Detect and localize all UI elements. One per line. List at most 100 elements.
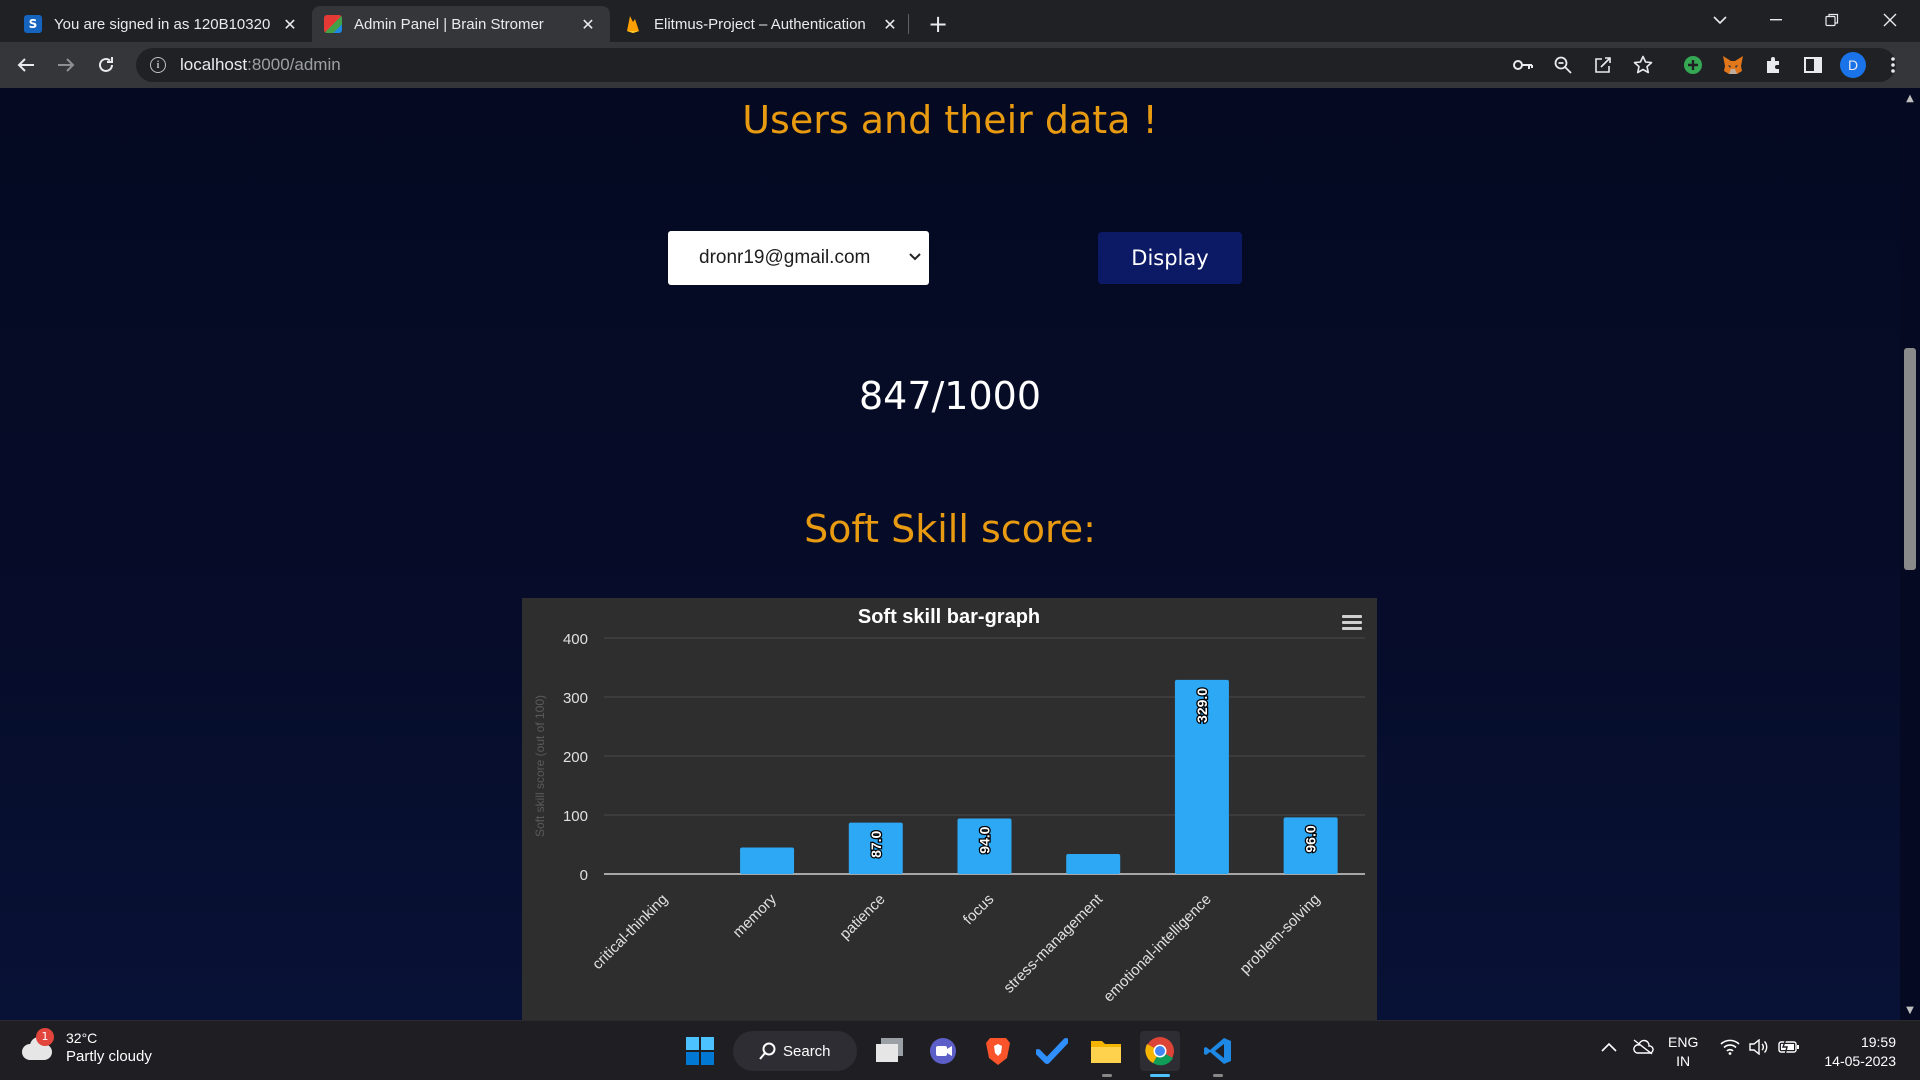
forward-button[interactable] bbox=[50, 49, 82, 81]
search-label: Search bbox=[783, 1042, 831, 1060]
tab-search-button[interactable] bbox=[1700, 4, 1740, 36]
windows-start-icon[interactable] bbox=[680, 1031, 720, 1071]
clock-date: 14-05-2023 bbox=[1824, 1053, 1896, 1069]
bookmark-star-icon[interactable] bbox=[1632, 54, 1654, 76]
tab-separator bbox=[908, 14, 909, 34]
battery-charging-icon[interactable] bbox=[1778, 1038, 1800, 1059]
chrome-icon[interactable] bbox=[1140, 1031, 1180, 1071]
scroll-down-arrow-icon[interactable]: ▼ bbox=[1900, 1002, 1920, 1018]
y-tick-label: 100 bbox=[563, 808, 588, 825]
tab-elitmus-project[interactable]: Elitmus-Project – Authentication ✕ bbox=[612, 6, 912, 42]
restore-button[interactable] bbox=[1812, 4, 1852, 36]
x-tick-label: critical-thinking bbox=[589, 891, 671, 973]
task-view-icon[interactable] bbox=[870, 1031, 910, 1071]
soft-skill-heading: Soft Skill score: bbox=[804, 507, 1096, 551]
chart-menu-icon[interactable] bbox=[1342, 615, 1362, 631]
weather-widget[interactable]: 1 32°C Partly cloudy bbox=[20, 1027, 152, 1065]
system-clock[interactable]: 19:59 14-05-2023 bbox=[1812, 1033, 1896, 1071]
display-button[interactable]: Display bbox=[1098, 232, 1242, 284]
side-panel-icon[interactable] bbox=[1802, 54, 1824, 76]
tab-title: Admin Panel | Brain Stromer bbox=[354, 15, 544, 33]
more-menu-icon[interactable] bbox=[1882, 54, 1904, 76]
close-icon[interactable]: ✕ bbox=[280, 15, 300, 34]
key-icon[interactable] bbox=[1512, 54, 1534, 76]
soft-skill-chart: Soft skill bar-graph 0 100 200 300 400 Soft sk… bbox=[522, 598, 1377, 1020]
zoom-icon[interactable] bbox=[1552, 54, 1574, 76]
x-tick-label: memory bbox=[730, 890, 781, 941]
bar-data-label: 96.0 bbox=[1303, 825, 1319, 852]
profile-avatar[interactable]: D bbox=[1840, 52, 1866, 78]
weather-badge: 1 bbox=[36, 1027, 54, 1046]
reload-button[interactable] bbox=[90, 49, 122, 81]
browser-tab-strip: S You are signed in as 120B10320 ✕ Admin… bbox=[0, 0, 1920, 42]
metamask-fox-icon[interactable] bbox=[1722, 54, 1744, 76]
x-tick-label: focus bbox=[960, 891, 997, 928]
tab-title: You are signed in as 120B10320 bbox=[54, 15, 271, 33]
active-indicator bbox=[1150, 1074, 1170, 1077]
new-tab-button[interactable]: + bbox=[922, 8, 954, 40]
close-icon[interactable]: ✕ bbox=[880, 15, 900, 34]
bar-data-label: 87.0 bbox=[868, 830, 884, 857]
x-tick-label: emotional-intelligence bbox=[1100, 891, 1215, 1006]
taskbar-search[interactable]: Search bbox=[733, 1031, 857, 1071]
page-scrollbar[interactable]: ▲ ▼ bbox=[1900, 88, 1920, 1020]
search-icon bbox=[759, 1042, 776, 1060]
lang-bottom: IN bbox=[1676, 1053, 1691, 1069]
bar bbox=[1066, 853, 1121, 874]
x-tick-label: stress-management bbox=[1000, 890, 1106, 996]
teams-chat-icon[interactable] bbox=[924, 1031, 964, 1071]
onedrive-offline-icon[interactable] bbox=[1632, 1039, 1654, 1059]
chart-title: Soft skill bar-graph bbox=[858, 606, 1040, 628]
y-axis-label: Soft skill score (out of 100) bbox=[533, 695, 547, 837]
url-host: localhost bbox=[180, 55, 248, 74]
y-tick-label: 300 bbox=[563, 690, 588, 707]
vscode-icon[interactable] bbox=[1198, 1031, 1238, 1071]
weather-condition: Partly cloudy bbox=[66, 1048, 152, 1065]
tab-title: Elitmus-Project – Authentication bbox=[654, 15, 866, 33]
page-title: Users and their data ! bbox=[742, 98, 1158, 142]
x-tick-label: patience bbox=[836, 891, 888, 943]
clock-time: 19:59 bbox=[1860, 1034, 1896, 1050]
bar-data-label: 329.0 bbox=[1194, 688, 1210, 723]
brave-browser-icon[interactable] bbox=[978, 1031, 1018, 1071]
scroll-up-arrow-icon[interactable]: ▲ bbox=[1900, 90, 1920, 106]
tab-signed-in[interactable]: S You are signed in as 120B10320 ✕ bbox=[12, 6, 312, 42]
url-path: :8000/admin bbox=[247, 55, 341, 74]
share-icon[interactable] bbox=[1592, 54, 1614, 76]
user-select-value: dronr19@gmail.com bbox=[699, 247, 871, 268]
y-tick-label: 400 bbox=[563, 631, 588, 648]
language-indicator[interactable]: ENG IN bbox=[1668, 1033, 1698, 1071]
chevron-down-icon bbox=[909, 249, 921, 264]
chart-svg: Soft skill bar-graph 0 100 200 300 400 Soft sk… bbox=[533, 606, 1365, 1006]
user-select[interactable]: dronr19@gmail.com bbox=[668, 231, 929, 285]
tab-admin-panel[interactable]: Admin Panel | Brain Stromer ✕ bbox=[312, 6, 610, 42]
minimize-button[interactable] bbox=[1756, 4, 1796, 36]
volume-icon[interactable] bbox=[1749, 1038, 1769, 1059]
y-tick-label: 200 bbox=[563, 749, 588, 766]
close-window-button[interactable] bbox=[1870, 4, 1910, 36]
partly-cloudy-icon: 1 bbox=[20, 1027, 54, 1062]
todo-check-icon[interactable] bbox=[1032, 1031, 1072, 1071]
browser-toolbar: i localhost:8000/admin D bbox=[0, 42, 1920, 88]
close-icon[interactable]: ✕ bbox=[578, 15, 598, 34]
bar bbox=[740, 847, 795, 874]
brain-logo-icon bbox=[324, 15, 342, 33]
tray-chevron-up-icon[interactable] bbox=[1601, 1039, 1617, 1056]
x-tick-label: problem-solving bbox=[1237, 891, 1324, 978]
file-explorer-icon[interactable] bbox=[1086, 1031, 1126, 1071]
site-info-icon[interactable]: i bbox=[150, 57, 166, 73]
back-button[interactable] bbox=[10, 49, 42, 81]
scrollbar-thumb[interactable] bbox=[1904, 348, 1916, 570]
wifi-icon[interactable] bbox=[1720, 1039, 1740, 1059]
s-letter-icon: S bbox=[24, 15, 42, 33]
lang-top: ENG bbox=[1668, 1034, 1699, 1050]
running-indicator bbox=[1213, 1074, 1223, 1077]
admin-page: Users and their data ! dronr19@gmail.com… bbox=[0, 88, 1900, 1020]
extensions-puzzle-icon[interactable] bbox=[1762, 54, 1784, 76]
windows-taskbar: 1 32°C Partly cloudy Search ENG IN 19:59… bbox=[0, 1020, 1920, 1080]
total-score: 847/1000 bbox=[858, 374, 1042, 418]
weather-temp: 32°C bbox=[66, 1030, 98, 1046]
y-tick-label: 0 bbox=[580, 867, 588, 884]
firebase-icon bbox=[624, 15, 642, 33]
extension-green-icon[interactable] bbox=[1682, 54, 1704, 76]
